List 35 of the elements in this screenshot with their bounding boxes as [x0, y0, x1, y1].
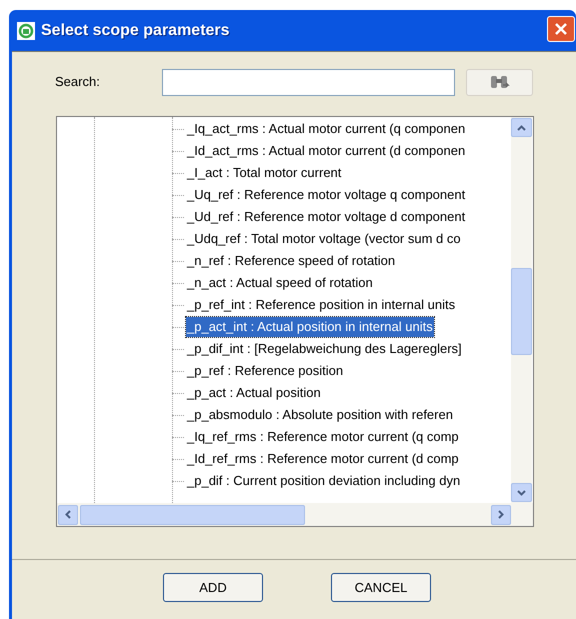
find-button[interactable] — [466, 68, 533, 96]
tree-item[interactable]: _Ud_ref : Reference motor voltage d component — [186, 207, 466, 227]
tree-item[interactable]: _Iq_act_rms : Actual motor current (q componen — [186, 119, 466, 139]
tree-item[interactable]: _p_act_int : Actual position in internal units — [186, 317, 434, 337]
tree-item[interactable]: _n_act : Actual speed of rotation — [186, 273, 374, 293]
tree-item[interactable]: _Id_act_rms : Actual motor current (d componen — [186, 141, 466, 161]
scroll-up-button[interactable] — [511, 118, 532, 137]
scroll-right-button[interactable] — [491, 504, 511, 524]
window-title: Select scope parameters — [41, 20, 230, 40]
binoculars-icon — [488, 73, 510, 91]
close-icon — [554, 22, 568, 36]
tree-item[interactable]: _p_absmodulo : Absolute position with referen — [186, 405, 454, 425]
tree-item[interactable]: _Udq_ref : Total motor voltage (vector sum d co — [186, 229, 462, 249]
scroll-thumb[interactable] — [80, 504, 305, 524]
search-label: Search: — [55, 73, 101, 92]
tree-item[interactable]: _I_act : Total motor current — [186, 163, 342, 183]
tree-item[interactable]: _p_ref_int : Reference position in internal units — [186, 295, 456, 315]
scroll-down-button[interactable] — [511, 483, 532, 502]
vertical-scrollbar[interactable] — [511, 117, 532, 503]
tree-item[interactable]: _n_ref : Reference speed of rotation — [186, 251, 396, 271]
tree-item[interactable]: _p_dif : Current position deviation including dyn — [186, 471, 462, 491]
add-button[interactable]: ADD — [163, 573, 263, 602]
tree-item[interactable]: _p_act : Actual position — [186, 383, 322, 403]
tree-item[interactable]: _p_ref : Reference position — [186, 361, 344, 381]
cancel-button[interactable]: CANCEL — [331, 573, 431, 602]
scroll-left-button[interactable] — [58, 504, 78, 524]
horizontal-scrollbar[interactable] — [57, 503, 533, 526]
search-field[interactable] — [162, 68, 455, 96]
tree-item[interactable]: _Iq_ref_rms : Reference motor current (q comp — [186, 427, 460, 447]
tree-item[interactable]: _Id_ref_rms : Reference motor current (d comp — [186, 449, 460, 469]
tree-item[interactable]: _p_dif_int : [Regelabweichung des Lagereglers] — [186, 339, 463, 359]
app-icon — [17, 22, 35, 40]
close-button[interactable] — [547, 16, 575, 42]
tree-item[interactable]: _Uq_ref : Reference motor voltage q component — [186, 185, 466, 205]
scroll-thumb[interactable] — [511, 268, 532, 355]
